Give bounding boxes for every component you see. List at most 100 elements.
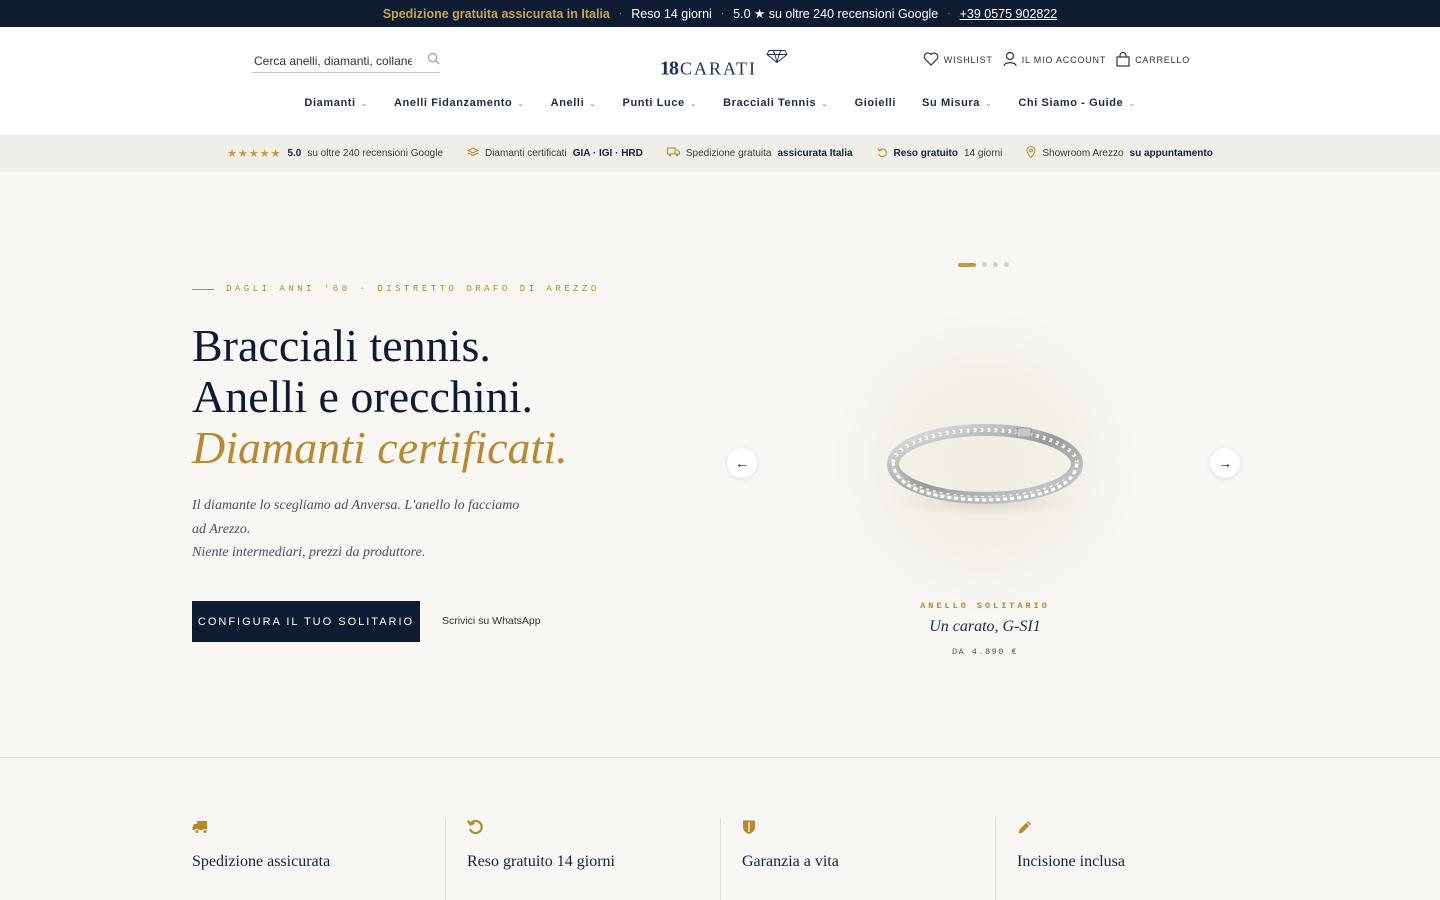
feature-shipping: Spedizione assicurata (192, 818, 330, 900)
truck-icon (192, 818, 330, 836)
site-logo[interactable]: 18 CARATI (660, 50, 788, 81)
carousel-next-button[interactable]: → (1210, 448, 1240, 478)
chevron-down-icon: ⌄ (517, 98, 525, 108)
hero-eyebrow: DAGLI ANNI '60 · DISTRETTO ORAFO DI AREZ… (192, 284, 600, 294)
topbar-returns: Reso 14 giorni (631, 6, 712, 21)
product-price: DA 4.890 € (951, 647, 1018, 657)
nav-label: Anelli (550, 97, 585, 109)
hero-lead: Il diamante lo scegliamo ad Anversa. L'a… (192, 494, 532, 565)
logo-word: CARATI (680, 58, 758, 79)
trust-cert-text: Diamanti certificati (484, 148, 567, 159)
product-title[interactable]: Un carato, G-SI1 (885, 618, 1085, 636)
carousel-dot[interactable] (1004, 262, 1009, 267)
diamond-icon (766, 50, 788, 69)
chevron-down-icon: ⌄ (589, 98, 597, 108)
account-button[interactable]: IL MIO ACCOUNT (1003, 51, 1106, 69)
layers-icon (466, 146, 480, 161)
nav-item-bracciali-tennis[interactable]: Bracciali Tennis ⌄ (723, 97, 828, 109)
trust-rating: ★★★★★ 5.0 su oltre 240 recensioni Google (227, 147, 443, 160)
heart-icon (923, 52, 939, 68)
nav-item-anelli[interactable]: Anelli ⌄ (551, 97, 597, 109)
return-icon (877, 147, 888, 161)
feature-returns: Reso gratuito 14 giorni (467, 818, 615, 900)
feature-engraving: Incisione inclusa (1017, 818, 1125, 900)
nav-item-anelli-fidanzamento[interactable]: Anelli Fidanzamento ⌄ (394, 97, 525, 109)
shield-icon (742, 818, 839, 836)
cart-label: CARRELLO (1135, 55, 1190, 65)
nav-label: Bracciali Tennis (723, 97, 817, 109)
trust-showroom-text: Showroom Arezzo (1042, 148, 1124, 159)
location-pin-icon (1026, 146, 1036, 161)
topbar-separator: · (618, 8, 623, 19)
pencil-icon (1017, 818, 1125, 836)
nav-item-gioielli[interactable]: Gioielli (855, 97, 896, 109)
trust-strip: ★★★★★ 5.0 su oltre 240 recensioni Google… (0, 135, 1440, 172)
feature-warranty: Garanzia a vita (742, 818, 839, 900)
topbar-separator: · (720, 8, 725, 19)
chevron-down-icon: ⌄ (821, 98, 829, 108)
chevron-down-icon: ⌄ (1128, 98, 1136, 108)
carousel-dot[interactable] (993, 262, 998, 267)
trust-certificates: Diamanti certificati GIA · IGI · HRD (466, 146, 643, 161)
trust-cert-labs: GIA · IGI · HRD (572, 148, 643, 159)
nav-item-punti-luce[interactable]: Punti Luce ⌄ (623, 97, 698, 109)
search-input[interactable] (252, 53, 412, 68)
carousel-prev-button[interactable]: ← (727, 448, 757, 478)
feature-title: Reso gratuito 14 giorni (467, 853, 615, 870)
product-category: ANELLO SOLITARIO (920, 601, 1050, 611)
search-icon[interactable] (427, 52, 440, 70)
whatsapp-link[interactable]: Scrivici su WhatsApp (442, 615, 541, 627)
product-image[interactable] (835, 312, 1135, 612)
return-icon (467, 818, 615, 836)
eyebrow-line (192, 288, 214, 290)
trust-ship-text: Spedizione gratuita (685, 148, 772, 159)
chevron-down-icon: ⌄ (689, 98, 698, 108)
headline-line-3: Diamanti certificati. (192, 422, 568, 473)
lead-line-1: Il diamante lo scegliamo ad Anversa. L'a… (192, 498, 520, 537)
carousel-dots (958, 262, 1009, 267)
topbar-shipping: Spedizione gratuita assicurata in Italia (382, 6, 610, 21)
announcement-bar: Spedizione gratuita assicurata in Italia… (0, 0, 1440, 27)
nav-item-su-misura[interactable]: Su Misura ⌄ (922, 97, 992, 109)
trust-showroom-bold: su appuntamento (1129, 148, 1213, 159)
feature-title: Incisione inclusa (1017, 853, 1125, 870)
topbar-rating: 5.0 ★ su oltre 240 recensioni Google (733, 7, 939, 21)
trust-returns: Reso gratuito 14 giorni (877, 147, 1003, 161)
configure-solitaire-button[interactable]: CONFIGURA IL TUO SOLITARIO (192, 601, 420, 642)
feature-divider (995, 818, 996, 900)
user-icon (1003, 51, 1017, 69)
tennis-bracelet-image (887, 424, 1083, 516)
wishlist-label: WISHLIST (943, 55, 993, 65)
header-actions: WISHLIST IL MIO ACCOUNT CARRELLO (923, 51, 1190, 69)
nav-item-chi-siamo[interactable]: Chi Siamo - Guide ⌄ (1018, 97, 1135, 109)
chevron-down-icon: ⌄ (360, 98, 368, 108)
topbar-separator: · (947, 8, 951, 19)
headline-line-1: Bracciali tennis. (192, 320, 491, 371)
hero-section: DAGLI ANNI '60 · DISTRETTO ORAFO DI AREZ… (0, 172, 1440, 757)
lead-line-2: Niente intermediari, prezzi da produttor… (192, 545, 426, 560)
feature-divider (720, 818, 721, 900)
features-section: Spedizione assicurata Reso gratuito 14 g… (0, 757, 1440, 900)
eyebrow-text: DAGLI ANNI '60 · DISTRETTO ORAFO DI AREZ… (226, 284, 600, 294)
bag-icon (1116, 51, 1130, 69)
nav-label: Gioielli (854, 97, 897, 109)
trust-shipping: Spedizione gratuita assicurata Italia (666, 147, 853, 160)
carousel-dot[interactable] (958, 262, 976, 267)
stars-icon: ★★★★★ (227, 148, 282, 160)
carousel-dot[interactable] (982, 262, 987, 267)
feature-title: Spedizione assicurata (192, 853, 331, 870)
site-header: 18 CARATI WISHLIST IL MIO ACCOUNT CARREL… (0, 27, 1440, 135)
main-nav: Diamanti ⌄ Anelli Fidanzamento ⌄ Anelli ⌄ P… (0, 97, 1440, 109)
trust-rating-text: su oltre 240 recensioni Google (307, 148, 443, 159)
account-label: IL MIO ACCOUNT (1021, 55, 1107, 65)
nav-label: Chi Siamo - Guide (1018, 97, 1124, 109)
topbar-phone-link[interactable]: +39 0575 902822 (960, 7, 1058, 21)
trust-return-bold: Reso gratuito (893, 148, 958, 159)
nav-label: Anelli Fidanzamento (394, 97, 513, 109)
trust-rating-value: 5.0 (287, 148, 302, 159)
nav-item-diamanti[interactable]: Diamanti ⌄ (304, 97, 368, 109)
feature-divider (445, 818, 446, 900)
cart-button[interactable]: CARRELLO (1116, 51, 1190, 69)
wishlist-button[interactable]: WISHLIST (923, 52, 993, 68)
trust-return-text: 14 giorni (964, 148, 1003, 159)
